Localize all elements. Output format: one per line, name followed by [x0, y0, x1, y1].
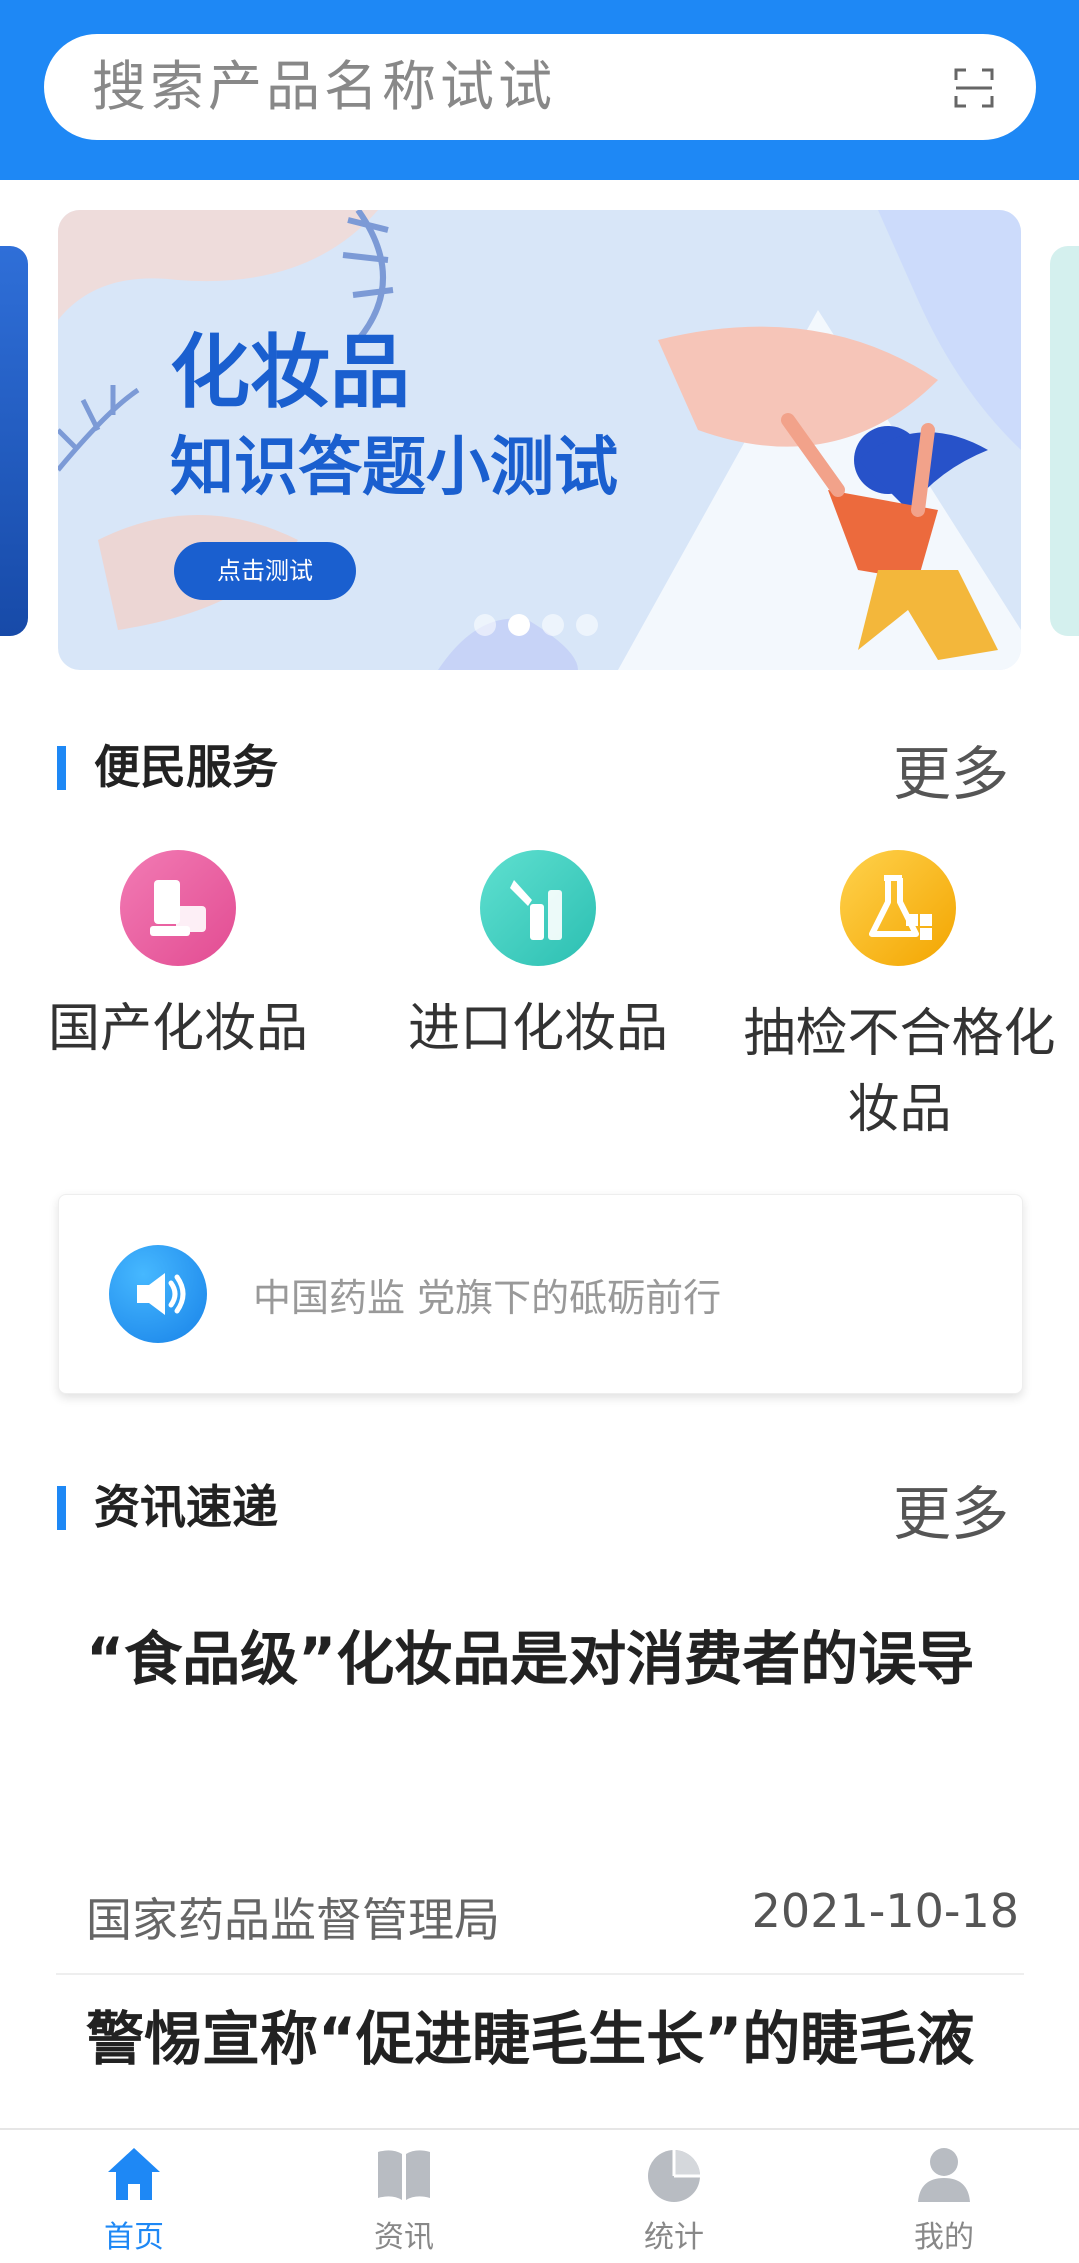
divider [56, 1973, 1024, 1975]
news-item-title: 警惕宣称“促进睫毛生长”的睫毛液 [86, 2005, 975, 2073]
tab-label: 资讯 [374, 2220, 434, 2255]
book-icon [378, 2150, 430, 2200]
services-section-title: 便民服务 [94, 740, 278, 794]
carousel-dot-active[interactable] [508, 614, 530, 636]
search-placeholder: 搜索产品名称试试 [92, 55, 556, 118]
news-item-source: 国家药品监督管理局 [86, 1893, 500, 1947]
service-label-domestic: 国产化妆品 [47, 999, 308, 1059]
carousel-indicator [474, 614, 610, 636]
section-marker [57, 1486, 66, 1530]
banner-title: 化妆品 [170, 326, 410, 419]
speaker-icon [109, 1245, 207, 1343]
service-label-failed-inspection: 抽检不合格化妆品 [743, 1004, 1056, 1140]
carousel-prev-slide[interactable] [0, 246, 28, 636]
scan-icon[interactable] [954, 68, 994, 108]
failed-inspection-icon [840, 850, 956, 966]
pie-chart-icon [648, 2150, 700, 2202]
tab-news[interactable]: 资讯 [314, 2130, 494, 2263]
news-section-title: 资讯速递 [94, 1480, 278, 1534]
news-item-date: 2021-10-18 [751, 1884, 1019, 1938]
tab-home[interactable]: 首页 [44, 2130, 224, 2263]
section-marker [57, 746, 66, 790]
home-icon [108, 2148, 160, 2200]
notice-bar[interactable]: 中国药监 党旗下的砥砺前行 [58, 1194, 1023, 1394]
carousel-dot[interactable] [576, 614, 598, 636]
domestic-cosmetics-icon [120, 850, 236, 966]
user-icon [918, 2148, 970, 2202]
news-item-title: “食品级”化妆品是对消费者的误导 [86, 1625, 975, 1693]
tab-label: 我的 [914, 2220, 974, 2255]
bottom-tab-bar: 首页 资讯 统计 我的 [0, 2128, 1079, 2263]
banner-start-test-button[interactable]: 点击测试 [174, 542, 356, 600]
carousel-dot[interactable] [542, 614, 564, 636]
services-more-link[interactable]: 更多 [893, 744, 1009, 804]
imported-cosmetics-icon [480, 850, 596, 966]
notice-text: 中国药监 党旗下的砥砺前行 [253, 1276, 722, 1320]
carousel-next-slide[interactable] [1050, 246, 1079, 636]
banner-subtitle: 知识答题小测试 [170, 431, 618, 505]
tab-label: 首页 [104, 2220, 164, 2255]
tab-label: 统计 [644, 2220, 704, 2255]
banner-carousel[interactable]: 化妆品 知识答题小测试 点击测试 [58, 210, 1021, 670]
header-bar: 搜索产品名称试试 [0, 0, 1079, 180]
tab-statistics[interactable]: 统计 [584, 2130, 764, 2263]
news-more-link[interactable]: 更多 [893, 1484, 1009, 1544]
tab-profile[interactable]: 我的 [854, 2130, 1034, 2263]
search-input[interactable]: 搜索产品名称试试 [44, 34, 1036, 140]
carousel-dot[interactable] [474, 614, 496, 636]
service-label-imported: 进口化妆品 [407, 999, 668, 1059]
news-item[interactable]: 警惕宣称“促进睫毛生长”的睫毛液 [0, 1990, 1079, 2128]
